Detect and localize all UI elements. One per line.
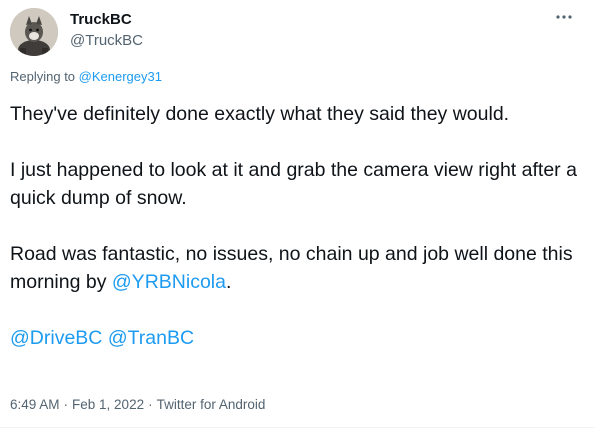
meta-separator: · (148, 397, 153, 412)
more-options-icon[interactable] (551, 6, 577, 28)
tweet-meta: 6:49 AM · Feb 1, 2022 · Twitter for Android (10, 396, 265, 414)
profile-avatar-icon[interactable] (10, 8, 58, 56)
tweet-paragraph-2: I just happened to look at it and grab t… (10, 159, 577, 209)
tweet-paragraph-3: Road was fantastic, no issues, no chain … (10, 240, 585, 296)
author-display-name[interactable]: TruckBC (70, 11, 132, 29)
tweet-source: Twitter for Android (156, 397, 266, 412)
replying-label: Replying to (10, 69, 76, 84)
tweet-paragraph-1: They've definitely done exactly what the… (10, 103, 510, 125)
replying-mention-link[interactable]: @Kenergey31 (79, 69, 162, 84)
mention-yrbnicola-link[interactable]: @YRBNicola (112, 271, 226, 293)
tweet-date[interactable]: Feb 1, 2022 (72, 397, 144, 412)
tweet-paragraph-3-end: . (225, 271, 232, 293)
mention-drivebc-link[interactable]: @DriveBC (10, 327, 102, 349)
tweet-paragraph-3-text: Road was fantastic, no issues, no chain … (10, 243, 573, 293)
meta-separator: · (63, 397, 69, 412)
tweet-mentions: @DriveBC @TranBC (10, 324, 585, 352)
tweet-text: They've definitely done exactly what the… (10, 100, 585, 352)
replying-to: Replying to @Kenergey31 (10, 68, 162, 86)
mention-tranbc-link[interactable]: @TranBC (108, 327, 194, 349)
author-handle[interactable]: @TruckBC (70, 32, 143, 50)
tweet-time[interactable]: 6:49 AM (10, 397, 60, 412)
tweet-card: TruckBC @TruckBC Replying to @Kenergey31… (0, 0, 595, 428)
